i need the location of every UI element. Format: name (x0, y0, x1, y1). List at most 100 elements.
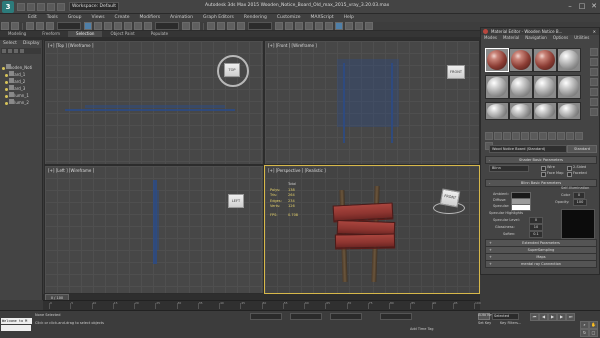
tree-item[interactable]: Board_1 (0, 71, 42, 78)
soften-field[interactable]: 0.1 (529, 231, 543, 238)
options-icon[interactable] (590, 108, 598, 116)
reference-coordinate-dropdown[interactable] (155, 22, 179, 30)
tree-item-root[interactable]: Wooden_Noti (0, 64, 42, 71)
layer-manager-icon[interactable] (295, 22, 303, 30)
viewport-label[interactable]: [+] [Top ] [Wireframe ] (48, 43, 93, 48)
filter-icon[interactable] (2, 49, 6, 53)
undo-tool-icon[interactable] (1, 22, 9, 30)
material-id-channel-icon[interactable] (548, 132, 556, 140)
viewport-label[interactable]: [+] [Left ] [Wireframe ] (48, 168, 94, 173)
specular-level-field[interactable]: 0 (529, 217, 543, 224)
visibility-icon[interactable] (5, 73, 8, 77)
menu-edit[interactable]: Edit (28, 14, 37, 22)
sample-type-icon[interactable] (590, 48, 598, 56)
opacity-field[interactable]: 100 (573, 199, 587, 206)
viewport-label[interactable]: [+] [Front ] [Wireframe ] (268, 43, 317, 48)
sample-slot[interactable] (533, 75, 557, 99)
reset-map-icon[interactable] (512, 132, 520, 140)
menu-tools[interactable]: Tools (47, 14, 58, 22)
select-by-name-icon[interactable] (94, 22, 102, 30)
put-to-scene-icon[interactable] (494, 132, 502, 140)
material-name-field[interactable]: Wood Notice Board (Standard) (489, 145, 567, 153)
viewport-label[interactable]: [+] [Perspective ] [Realistic ] (268, 168, 326, 173)
menu-help[interactable]: Help (344, 14, 354, 22)
explorer-tab-select[interactable]: Select (3, 40, 17, 48)
minimize-button[interactable]: – (566, 2, 574, 10)
open-file-icon[interactable] (27, 2, 35, 11)
wire-checkbox[interactable] (541, 166, 546, 171)
scale-icon[interactable] (144, 22, 152, 30)
sample-uv-tiling-icon[interactable] (590, 78, 598, 86)
menu-customize[interactable]: Customize (277, 14, 301, 22)
maximize-viewport-icon[interactable]: □ (589, 329, 598, 337)
maxscript-listener[interactable]: Welcome to M (1, 318, 32, 324)
pan-icon[interactable]: ✋ (589, 321, 598, 329)
menu-rendering[interactable]: Rendering (244, 14, 267, 22)
tree-item[interactable]: Board_3 (0, 85, 42, 92)
render-production-icon[interactable] (365, 22, 373, 30)
maxscript-input[interactable] (1, 325, 31, 331)
bind-space-warp-icon[interactable] (46, 22, 54, 30)
go-to-end-icon[interactable]: ⏭ (566, 313, 575, 321)
freeze-icon[interactable] (9, 85, 14, 90)
sample-slot[interactable] (509, 48, 533, 72)
next-frame-icon[interactable]: ▶ (557, 313, 566, 321)
schematic-view-icon[interactable] (325, 22, 333, 30)
redo-tool-icon[interactable] (11, 22, 19, 30)
menu-animation[interactable]: Animation (170, 14, 193, 22)
undo-icon[interactable] (47, 2, 55, 11)
material-editor-titlebar[interactable]: Material Editor - Wooden Notice B... ✕ (481, 28, 599, 35)
backlight-icon[interactable] (590, 58, 598, 66)
app-logo-icon[interactable]: 3 (2, 1, 14, 13)
tree-item[interactable]: Board_2 (0, 78, 42, 85)
assign-to-selection-icon[interactable] (503, 132, 511, 140)
viewport-front[interactable]: [+] [Front ] [Wireframe ] FRONT (264, 40, 480, 165)
shader-type-dropdown[interactable]: Blinn (489, 165, 529, 172)
sample-slot[interactable] (509, 75, 533, 99)
menu-views[interactable]: Views (92, 14, 105, 22)
mirror-icon[interactable] (275, 22, 283, 30)
orbit-icon[interactable]: ↻ (580, 329, 589, 337)
select-manipulate-icon[interactable] (192, 22, 200, 30)
video-color-check-icon[interactable] (590, 88, 598, 96)
make-unique-icon[interactable] (530, 132, 538, 140)
rollout-mental-ray[interactable]: + mental ray Connection (485, 260, 597, 268)
sample-slot[interactable] (485, 102, 509, 120)
set-key-label[interactable]: Set Key (478, 321, 491, 325)
x-coordinate-field[interactable] (250, 313, 282, 320)
go-to-start-icon[interactable]: ⏮ (530, 313, 539, 321)
sample-slot[interactable] (509, 102, 533, 120)
background-icon[interactable] (590, 68, 598, 76)
play-icon[interactable]: ▶ (548, 313, 557, 321)
sample-slot[interactable] (485, 48, 509, 72)
key-filters-button[interactable]: Key Filters... (500, 321, 521, 325)
specular-color-swatch[interactable] (511, 204, 531, 211)
med-menu-options[interactable]: Options (553, 35, 568, 41)
move-icon[interactable] (124, 22, 132, 30)
unlink-icon[interactable] (36, 22, 44, 30)
two-sided-checkbox[interactable] (567, 166, 572, 171)
y-coordinate-field[interactable] (290, 313, 322, 320)
freeze-icon[interactable] (6, 64, 11, 69)
visibility-icon[interactable] (2, 66, 5, 70)
self-illum-color-field[interactable]: 0 (573, 192, 585, 199)
visibility-icon[interactable] (5, 80, 8, 84)
z-coordinate-field[interactable] (330, 313, 362, 320)
viewcube[interactable]: FRONT (439, 188, 461, 208)
snaps-toggle-icon[interactable] (207, 22, 215, 30)
med-menu-material[interactable]: Material (503, 35, 519, 41)
viewcube[interactable]: LEFT (228, 194, 244, 208)
sign-board-plank-3[interactable] (334, 233, 396, 249)
spinner-snap-icon[interactable] (237, 22, 245, 30)
put-to-library-icon[interactable] (539, 132, 547, 140)
close-button[interactable]: ✕ (590, 2, 598, 10)
zoom-icon[interactable]: ⌕ (580, 321, 589, 329)
sample-slot[interactable] (533, 48, 557, 72)
sample-slot[interactable] (557, 75, 581, 99)
select-object-icon[interactable] (84, 22, 92, 30)
sample-slot[interactable] (485, 75, 509, 99)
menu-group[interactable]: Group (68, 14, 82, 22)
find-icon[interactable] (14, 49, 18, 53)
explorer-tab-display[interactable]: Display (23, 40, 40, 48)
glossiness-field[interactable]: 10 (529, 224, 543, 231)
